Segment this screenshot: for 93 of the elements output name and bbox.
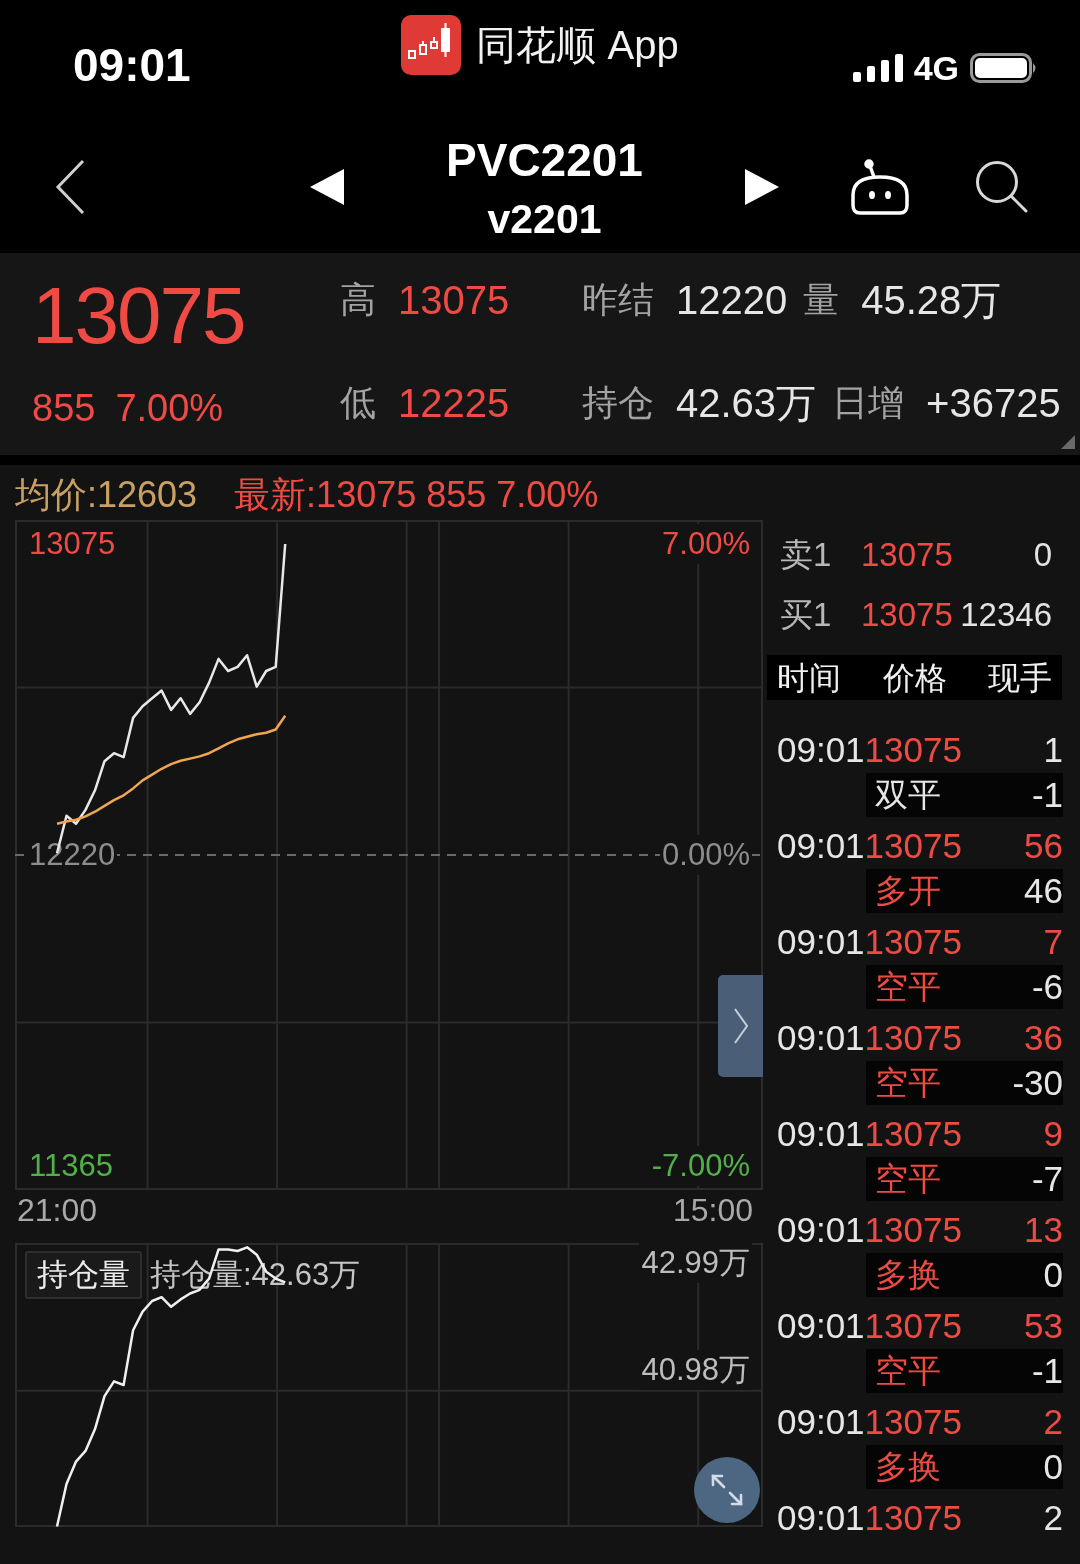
tick-time: 09:01 <box>777 1114 865 1154</box>
trade-type: 空平 <box>875 1159 941 1199</box>
tick-volume: 2 <box>1043 1402 1063 1442</box>
stat-value: 12225 <box>398 381 510 425</box>
trade-type: 空平 <box>875 1351 941 1391</box>
tick-time: 09:01 <box>777 826 865 866</box>
stat-label: 持仓 <box>582 381 654 425</box>
column-header: 价格 <box>882 658 947 698</box>
column-header: 现手 <box>988 658 1052 698</box>
percent-axis-label: 0.00% <box>660 835 752 875</box>
trade-type: 空平 <box>875 967 941 1007</box>
column-header: 时间 <box>777 658 841 698</box>
stat-value: 12220 <box>676 278 788 322</box>
tick-volume: 1 <box>1043 730 1063 770</box>
tick-volume: 56 <box>1024 826 1063 866</box>
trade-type: 多换 <box>875 1255 941 1295</box>
search-icon[interactable] <box>975 160 1028 213</box>
signal-icon <box>852 54 903 82</box>
triangle-left-icon[interactable] <box>310 168 344 205</box>
battery-icon <box>970 53 1038 83</box>
stat-value: 13075 <box>398 278 510 322</box>
triangle-right-icon[interactable] <box>745 168 779 205</box>
tick-volume: 53 <box>1024 1306 1063 1346</box>
tick-price: 13075 <box>864 1306 962 1346</box>
position-change: 0 <box>1043 1447 1063 1487</box>
book-level-label: 卖1 <box>780 534 833 575</box>
change-percent: 7.00% <box>115 388 224 428</box>
average-price-label: 均价:12603 <box>15 474 198 515</box>
tick-price: 13075 <box>864 1114 962 1154</box>
contract-subtitle: v2201 <box>487 194 602 243</box>
stat-value: +36725 <box>926 381 1061 425</box>
tick-time: 09:01 <box>777 730 865 770</box>
tick-price: 13075 <box>864 1498 962 1538</box>
chevron-right-icon <box>732 1007 749 1045</box>
position-change: -1 <box>1031 1351 1063 1391</box>
position-change: -30 <box>1012 1063 1063 1103</box>
tick-time: 09:01 <box>777 922 865 962</box>
stat-label: 高 <box>340 278 376 322</box>
stat-label: 昨结 <box>582 278 654 322</box>
open-interest-axis-label: 42.99万 <box>639 1243 752 1284</box>
tick-price: 13075 <box>864 1402 962 1442</box>
trade-type: 多换 <box>875 1447 941 1487</box>
tick-time: 09:01 <box>777 1402 865 1442</box>
tick-volume: 7 <box>1043 922 1063 962</box>
expand-button[interactable] <box>694 1457 760 1523</box>
time-axis-label: 21:00 <box>16 1192 98 1228</box>
time-axis-label: 15:00 <box>672 1192 754 1228</box>
book-price: 13075 <box>861 536 953 574</box>
percent-axis-label: 7.00% <box>660 524 752 564</box>
position-change: 46 <box>1024 871 1063 911</box>
tick-time: 09:01 <box>777 1210 865 1250</box>
book-volume: 12346 <box>960 596 1052 634</box>
price-change: 855 <box>32 388 96 428</box>
trade-type: 多开 <box>875 871 941 911</box>
clock-time: 09:01 <box>73 40 191 90</box>
book-volume: 0 <box>1033 536 1052 574</box>
tick-volume: 9 <box>1043 1114 1063 1154</box>
tick-time: 09:01 <box>777 1498 865 1538</box>
tick-volume: 2 <box>1043 1498 1063 1538</box>
tick-price: 13075 <box>864 1018 962 1058</box>
position-change: -7 <box>1031 1159 1063 1199</box>
corner-triangle-icon <box>1061 435 1075 449</box>
tick-price: 13075 <box>864 922 962 962</box>
stat-label: 低 <box>340 381 376 425</box>
app-name: 同花顺 App <box>476 22 679 69</box>
book-level-label: 买1 <box>780 594 833 635</box>
stat-value: 45.28万 <box>861 278 1002 322</box>
contract-title: PVC2201 <box>446 132 643 187</box>
stat-value: 42.63万 <box>676 381 817 425</box>
last-price: 13075 <box>32 271 245 361</box>
open-interest-axis-label: 40.98万 <box>639 1350 752 1391</box>
trade-type: 双平 <box>875 775 941 815</box>
tick-price: 13075 <box>864 826 962 866</box>
stat-label: 日增 <box>832 381 905 425</box>
latest-price-label: 最新:13075 855 7.00% <box>234 474 599 515</box>
trade-type: 空平 <box>875 1063 941 1103</box>
tick-time: 09:01 <box>777 1018 865 1058</box>
position-change: -6 <box>1031 967 1063 1007</box>
back-icon[interactable] <box>55 158 85 215</box>
indicator-tag[interactable]: 持仓量 <box>25 1251 142 1299</box>
tick-price: 13075 <box>864 730 962 770</box>
position-change: 0 <box>1043 1255 1063 1295</box>
tick-price: 13075 <box>864 1210 962 1250</box>
network-label: 4G <box>913 50 959 86</box>
tick-volume: 36 <box>1024 1018 1063 1058</box>
position-change: -1 <box>1031 775 1063 815</box>
tick-volume: 13 <box>1024 1210 1063 1250</box>
tick-time: 09:01 <box>777 1306 865 1346</box>
stat-label: 量 <box>803 278 840 322</box>
app-logo-icon <box>401 15 462 75</box>
diagonal-arrows-icon <box>710 1473 744 1507</box>
book-price: 13075 <box>861 596 953 634</box>
robot-icon[interactable] <box>850 158 910 215</box>
